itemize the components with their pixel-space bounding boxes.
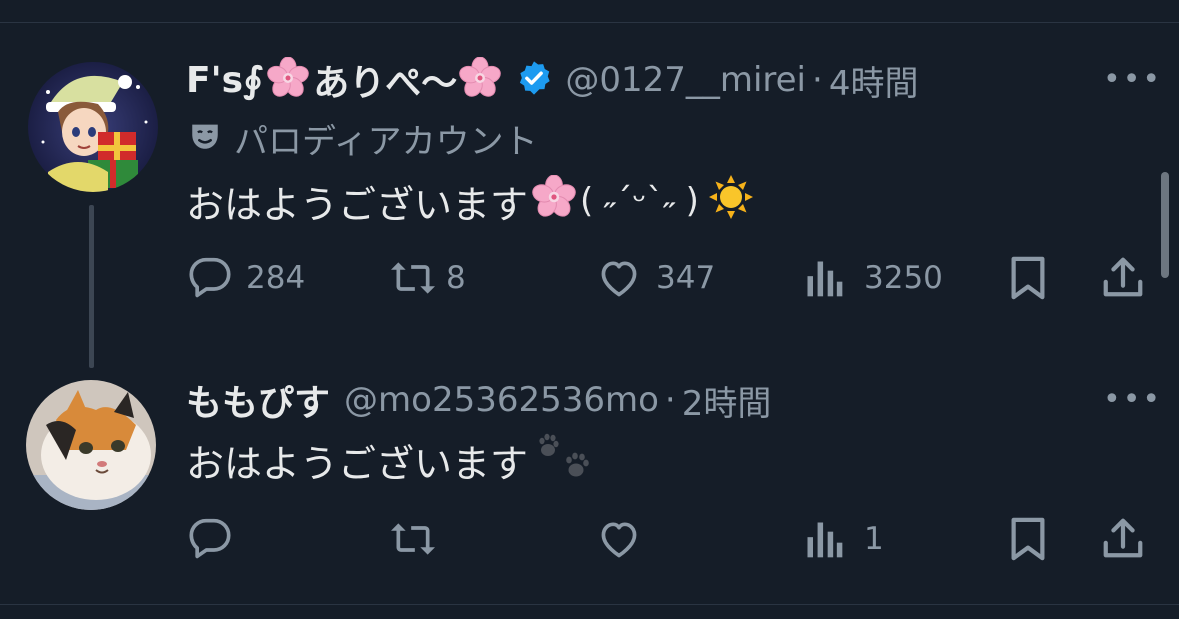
avatar[interactable] <box>26 380 156 510</box>
heart-icon <box>601 522 637 558</box>
like-button[interactable] <box>596 517 656 561</box>
views-count: 3250 <box>864 260 943 296</box>
paw-prints-icon <box>534 430 596 491</box>
reply-count: 284 <box>246 260 306 296</box>
share-button[interactable] <box>1100 255 1146 301</box>
more-options-button[interactable]: ••• <box>1103 382 1162 417</box>
account-label-text: パロディアカウント <box>234 121 538 162</box>
separator: · <box>812 60 823 100</box>
timeline: F's∮ ありぺ〜 @0127__mirei · 4時間 ••• パロディアカウ… <box>0 0 1179 619</box>
separator: · <box>664 380 676 420</box>
bookmark-icon <box>1011 517 1045 561</box>
avatar[interactable] <box>28 62 158 192</box>
handle[interactable]: @0127__mirei <box>565 60 806 100</box>
cherry-blossom-icon <box>459 56 502 103</box>
like-count: 347 <box>656 260 716 296</box>
repost-icon <box>391 523 435 555</box>
reply-button[interactable]: 284 <box>188 256 305 300</box>
divider <box>0 604 1179 605</box>
display-name-suffix[interactable]: ありぺ〜 <box>313 54 457 106</box>
share-icon <box>1103 257 1143 297</box>
bookmark-button[interactable] <box>1008 516 1048 562</box>
bookmark-icon <box>1011 256 1045 300</box>
repost-button[interactable]: 8 <box>388 256 466 300</box>
scrollbar[interactable] <box>1161 172 1169 278</box>
display-name[interactable]: F's∮ <box>186 60 263 101</box>
post-text: おはようございます ( ˶ˊᵕˋ˶) <box>186 173 755 228</box>
views-count: 1 <box>864 521 884 557</box>
more-options-button[interactable]: ••• <box>1103 62 1162 97</box>
account-label[interactable]: パロディアカウント <box>188 116 538 162</box>
analytics-icon <box>807 522 843 558</box>
sun-icon <box>707 173 755 230</box>
repost-button[interactable] <box>388 517 452 561</box>
post-text-main: おはようございます <box>186 182 529 227</box>
timestamp[interactable]: 4時間 <box>829 56 919 105</box>
thread-line <box>89 205 94 368</box>
reply-button[interactable] <box>188 517 246 561</box>
share-button[interactable] <box>1100 516 1146 562</box>
repost-icon <box>391 262 435 294</box>
verified-badge-icon[interactable] <box>515 59 553 101</box>
views-button[interactable]: 1 <box>804 517 884 561</box>
analytics-icon <box>807 261 843 297</box>
post-text-main: おはようございます <box>186 441 529 486</box>
post-text: おはようございます <box>186 433 596 486</box>
share-icon <box>1103 518 1143 558</box>
reply-icon <box>189 257 231 298</box>
bookmark-button[interactable] <box>1008 255 1048 301</box>
views-button[interactable]: 3250 <box>804 256 943 300</box>
theater-mask-icon <box>188 119 222 157</box>
kaomoji: ( ˶ˊᵕˋ˶ ) <box>580 181 699 221</box>
cherry-blossom-icon <box>532 173 576 228</box>
divider <box>0 22 1179 23</box>
post-header: F's∮ ありぺ〜 @0127__mirei · 4時間 <box>186 56 919 105</box>
heart-icon <box>601 261 637 297</box>
handle[interactable]: @mo25362536mo <box>344 380 659 420</box>
display-name[interactable]: ももぴす <box>186 374 330 426</box>
cherry-blossom-icon <box>267 56 310 103</box>
reply-icon <box>189 518 231 559</box>
repost-count: 8 <box>446 260 466 296</box>
post-header: ももぴす @mo25362536mo · 2時間 <box>186 376 772 425</box>
timestamp[interactable]: 2時間 <box>682 376 772 425</box>
like-button[interactable]: 347 <box>596 256 715 300</box>
